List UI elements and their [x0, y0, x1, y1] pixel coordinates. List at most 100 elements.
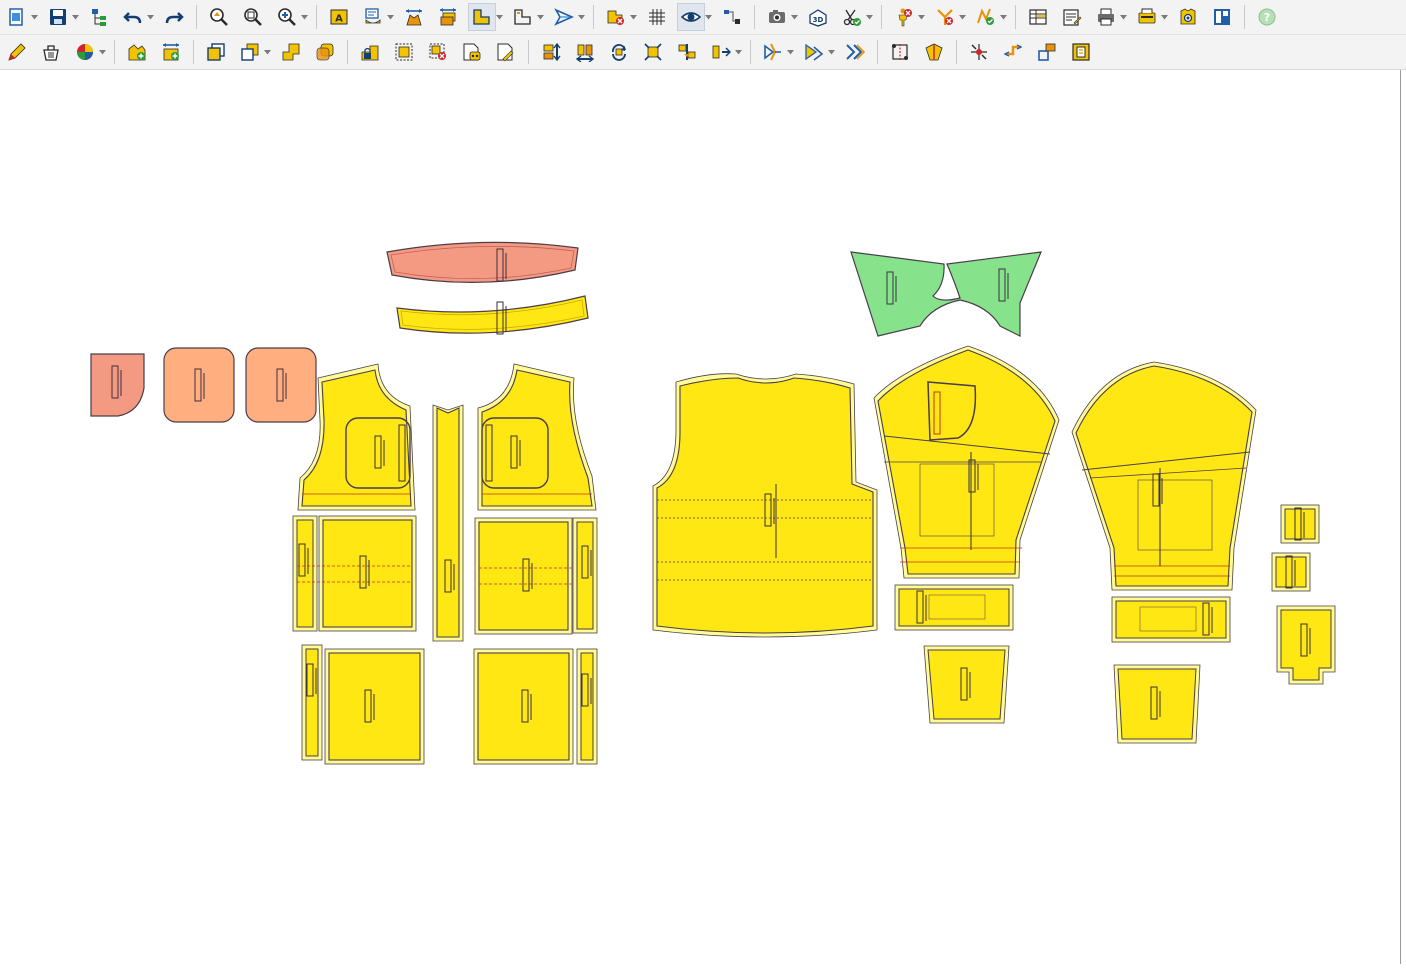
front-right-side-strip-piece[interactable] [572, 517, 598, 634]
sleeve-lower-right-piece[interactable] [1113, 664, 1201, 744]
pocket-mid-piece[interactable] [163, 347, 235, 423]
front-right-lower-strip-piece[interactable] [576, 648, 598, 765]
delete-piece-button[interactable] [603, 4, 629, 30]
align-button[interactable] [674, 39, 700, 65]
distribute-button[interactable] [708, 39, 734, 65]
piece-outline-dropdown-arrow[interactable] [536, 4, 544, 30]
group-select-button[interactable] [391, 39, 417, 65]
pocket-left-piece[interactable] [90, 353, 145, 417]
measure-height-button[interactable] [435, 4, 461, 30]
front-right-yoke-piece[interactable] [477, 363, 597, 511]
garment-view-button[interactable] [1175, 4, 1201, 30]
marker-canvas[interactable] [0, 70, 1400, 964]
tab-small-lower-piece[interactable] [1276, 605, 1336, 685]
eye-dropdown-arrow[interactable] [704, 4, 712, 30]
front-left-side-strip-piece[interactable] [292, 515, 318, 632]
cut-line-button[interactable] [887, 39, 913, 65]
overlap-piece-button[interactable] [312, 39, 338, 65]
arrow-tool-dropdown-arrow[interactable] [577, 4, 585, 30]
delete-piece-dropdown-arrow[interactable] [629, 4, 637, 30]
text-label-button[interactable]: A [326, 4, 352, 30]
plot-button[interactable] [1134, 4, 1160, 30]
undo-dropdown-arrow[interactable] [146, 4, 154, 30]
rotate-button[interactable] [606, 39, 632, 65]
piece-shape-dropdown-arrow[interactable] [495, 4, 503, 30]
help-button[interactable]: ? [1254, 4, 1280, 30]
connect-button[interactable] [719, 4, 745, 30]
camera-dropdown-arrow[interactable] [790, 4, 798, 30]
pocket-right-piece[interactable] [245, 347, 317, 423]
piece-info-button[interactable] [459, 39, 485, 65]
panel-button[interactable] [1209, 4, 1235, 30]
shift-left-button[interactable] [760, 39, 786, 65]
front-placket-piece[interactable] [432, 404, 464, 642]
save-button[interactable] [45, 4, 71, 30]
scissors-check-button[interactable] [839, 4, 865, 30]
front-right-lower-panel-piece[interactable] [473, 648, 574, 765]
sleeve-lower-left-piece[interactable] [923, 645, 1010, 724]
duplicate-piece-button[interactable] [237, 39, 263, 65]
zoom-in-dropdown-arrow[interactable] [300, 4, 308, 30]
front-left-lower-strip-piece[interactable] [301, 644, 323, 761]
table-report-button[interactable] [1025, 4, 1051, 30]
merge-piece-button[interactable] [278, 39, 304, 65]
pattern-check-dropdown-arrow[interactable] [999, 4, 1007, 30]
piece-edit-button[interactable] [493, 39, 519, 65]
hierarchy-button[interactable] [86, 4, 112, 30]
zoom-fit-button[interactable] [206, 4, 232, 30]
person-cancel-dropdown-arrow[interactable] [917, 4, 925, 30]
copy-piece-button[interactable] [203, 39, 229, 65]
scale-button[interactable] [640, 39, 666, 65]
group-cancel-button[interactable] [425, 39, 451, 65]
tab-small-mid-piece[interactable] [1271, 552, 1311, 592]
piece-shape-button[interactable] [468, 3, 496, 31]
new-document-button[interactable] [4, 4, 30, 30]
shift-left-dropdown-arrow[interactable] [786, 39, 794, 65]
resize-corner-button[interactable] [1034, 39, 1060, 65]
front-left-lower-panel-piece[interactable] [324, 648, 425, 765]
add-piece-width-button[interactable] [158, 39, 184, 65]
piece-outline-button[interactable] [510, 4, 536, 30]
cuff-right-piece[interactable] [1111, 596, 1231, 643]
vertical-scrollbar[interactable] [1400, 70, 1406, 964]
distribute-dropdown-arrow[interactable] [734, 39, 742, 65]
redo-button[interactable] [161, 4, 187, 30]
tab-small-upper-piece[interactable] [1280, 504, 1320, 544]
add-piece-button[interactable] [124, 39, 150, 65]
print-button[interactable] [1093, 4, 1119, 30]
scissors-check-dropdown-arrow[interactable] [865, 4, 873, 30]
basket-button[interactable] [38, 39, 64, 65]
grid-button[interactable] [644, 4, 670, 30]
split-piece-button[interactable] [921, 39, 947, 65]
lock-piece-button[interactable] [357, 39, 383, 65]
edit-report-button[interactable] [1059, 4, 1085, 30]
duplicate-piece-dropdown-arrow[interactable] [263, 39, 271, 65]
flip-horizontal-button[interactable] [572, 39, 598, 65]
new-document-dropdown-arrow[interactable] [30, 4, 38, 30]
pattern-check-button[interactable] [973, 4, 999, 30]
waistband-lower-piece[interactable] [396, 295, 589, 335]
flip-vertical-button[interactable] [538, 39, 564, 65]
fast-forward-button[interactable] [842, 39, 868, 65]
annotation-dropdown-arrow[interactable] [386, 4, 394, 30]
save-dropdown-arrow[interactable] [71, 4, 79, 30]
frame-button[interactable] [1068, 39, 1094, 65]
measure-width-button[interactable] [401, 4, 427, 30]
collar-piece[interactable] [850, 251, 1042, 337]
move-point-button[interactable] [1000, 39, 1026, 65]
color-wheel-button[interactable] [72, 39, 98, 65]
waistband-upper-piece[interactable] [386, 241, 579, 284]
person-cancel-button[interactable] [891, 4, 917, 30]
back-body-piece[interactable] [652, 373, 878, 638]
zoom-window-button[interactable] [240, 4, 266, 30]
undo-button[interactable] [120, 4, 146, 30]
pencil-button[interactable] [4, 39, 30, 65]
sleeve-right-piece[interactable] [1071, 361, 1257, 591]
print-dropdown-arrow[interactable] [1119, 4, 1127, 30]
zoom-in-button[interactable] [274, 4, 300, 30]
eye-button[interactable] [677, 3, 705, 31]
plot-dropdown-arrow[interactable] [1160, 4, 1168, 30]
sleeve-left-piece[interactable] [873, 345, 1060, 579]
cuff-left-piece[interactable] [894, 584, 1014, 631]
3d-view-button[interactable]: 3D [805, 4, 831, 30]
